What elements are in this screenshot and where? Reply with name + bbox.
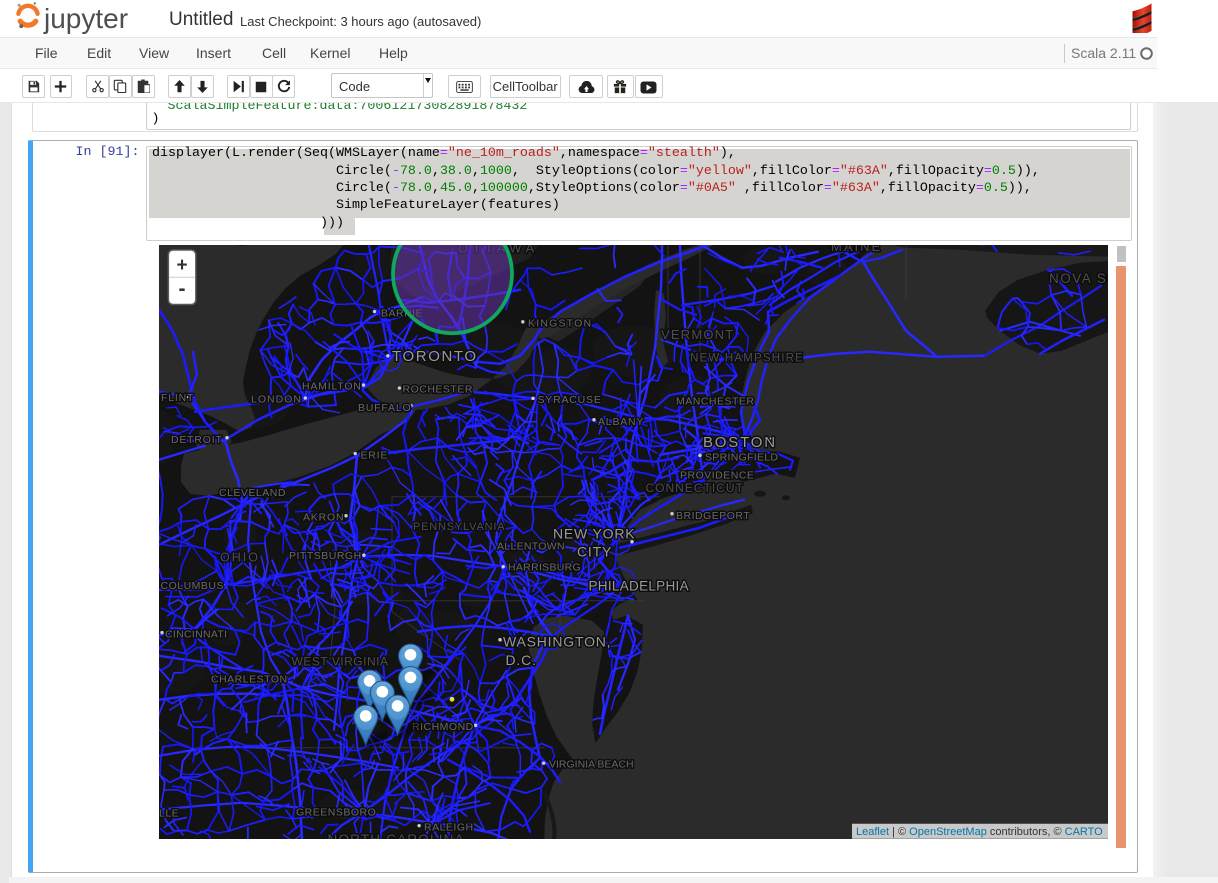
svg-text:LONDON: LONDON [251, 393, 302, 405]
svg-text:KINGSTON: KINGSTON [528, 317, 592, 329]
svg-text:COLUMBUS: COLUMBUS [161, 580, 225, 592]
svg-text:NEW YORK: NEW YORK [553, 525, 635, 541]
svg-text:D.C.: D.C. [506, 652, 537, 668]
svg-text:LLE: LLE [159, 807, 179, 819]
svg-text:CINCINNATI: CINCINNATI [165, 628, 227, 640]
svg-text:CHARLESTON: CHARLESTON [211, 673, 288, 685]
svg-text:CITY: CITY [577, 543, 612, 559]
svg-text:ERIE: ERIE [361, 449, 389, 461]
svg-text:PENNSYLVANIA: PENNSYLVANIA [413, 521, 505, 533]
svg-text:MANCHESTER: MANCHESTER [676, 395, 755, 407]
svg-text:jupyter: jupyter [43, 3, 128, 34]
svg-text:ROCHESTER: ROCHESTER [403, 383, 473, 395]
svg-text:HARRISBURG: HARRISBURG [508, 561, 581, 573]
svg-text:ALBANY: ALBANY [598, 416, 644, 428]
svg-text:TORONTO: TORONTO [392, 348, 478, 365]
svg-text:DETROIT: DETROIT [171, 434, 223, 446]
svg-text:PROVIDENCE: PROVIDENCE [680, 469, 754, 481]
svg-text:PITTSBURGH: PITTSBURGH [289, 550, 362, 562]
svg-text:BUFFALO: BUFFALO [358, 402, 411, 414]
svg-text:NOVA SCO: NOVA SCO [1049, 271, 1108, 286]
svg-text:AKRON: AKRON [303, 511, 344, 523]
svg-text:PHILADELPHIA: PHILADELPHIA [589, 578, 689, 593]
svg-text:WASHINGTON,: WASHINGTON, [503, 633, 611, 649]
svg-text:Leaflet | © OpenStreetMap cont: Leaflet | © OpenStreetMap contributors, … [856, 826, 1103, 838]
svg-text:FLINT: FLINT [161, 392, 194, 404]
svg-text:HAMILTON: HAMILTON [302, 380, 362, 392]
svg-text:SPRINGFIELD: SPRINGFIELD [705, 451, 778, 463]
svg-text:ALLENTOWN: ALLENTOWN [497, 540, 565, 552]
svg-text:VIRGINIA BEACH: VIRGINIA BEACH [549, 758, 634, 770]
svg-text:BOSTON: BOSTON [703, 434, 777, 451]
svg-text:SYRACUSE: SYRACUSE [538, 394, 602, 406]
svg-text:+: + [176, 255, 187, 276]
svg-text:BRIDGEPORT: BRIDGEPORT [676, 510, 750, 522]
svg-text:NEW HAMPSHIRE: NEW HAMPSHIRE [690, 352, 804, 364]
svg-text:-: - [179, 277, 186, 300]
svg-text:RICHMOND: RICHMOND [412, 721, 474, 733]
svg-text:VERMONT: VERMONT [661, 327, 734, 342]
svg-text:MAINE: MAINE [831, 245, 882, 254]
svg-text:CONNECTICUT: CONNECTICUT [646, 481, 744, 495]
svg-text:NORTH CAROLINA: NORTH CAROLINA [328, 832, 465, 839]
svg-text:CLEVELAND: CLEVELAND [219, 487, 286, 499]
svg-text:WEST VIRGINIA: WEST VIRGINIA [292, 654, 389, 668]
svg-text:OHIO: OHIO [220, 550, 260, 564]
svg-text:GREENSBORO: GREENSBORO [296, 806, 376, 818]
